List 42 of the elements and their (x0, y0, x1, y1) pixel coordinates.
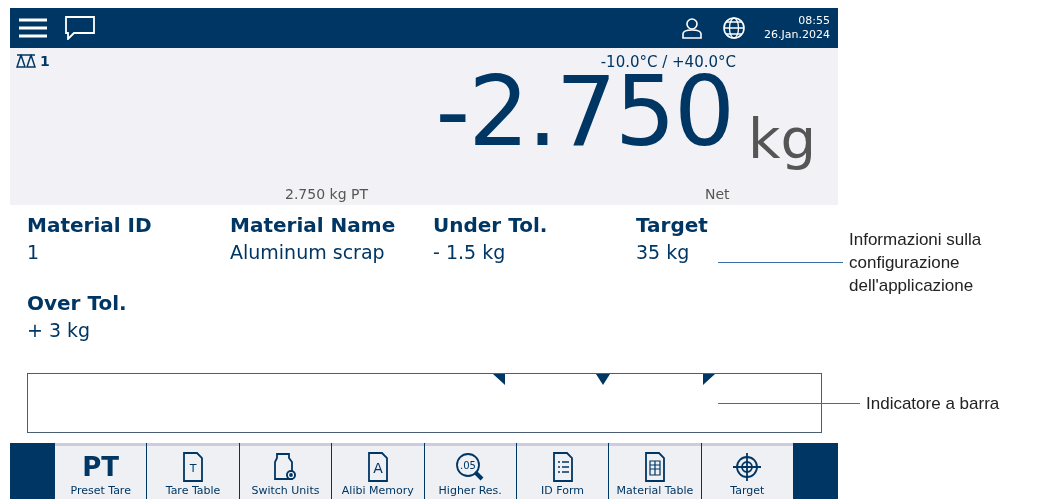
softkey-button[interactable]: PT Preset Tare (55, 443, 147, 499)
softkey-button[interactable]: Material Table (609, 443, 701, 499)
temperature-range: -10.0°C / +40.0°C (600, 53, 736, 71)
field-value: Aluminum scrap (230, 241, 385, 263)
field-value: 35 kg (636, 241, 690, 263)
softkey-button[interactable]: .05 Higher Res. (424, 443, 516, 499)
globe-icon[interactable] (722, 16, 747, 40)
weight-unit: kg (748, 106, 816, 171)
tare-value: 2.750 kg PT (285, 186, 368, 202)
date-text: 26.Jan.2024 (764, 28, 830, 42)
softkey-button[interactable]: A Alibi Memory (332, 443, 424, 499)
field-label: Target (636, 213, 709, 237)
field-value: 1 (27, 241, 40, 263)
field-value: - 1.5 kg (433, 241, 506, 263)
weight-display: -2.750 (435, 74, 733, 151)
scale-icon (16, 54, 36, 68)
scale-number: 1 (40, 53, 50, 69)
crosshair-icon (732, 452, 763, 482)
softkey-button[interactable]: T Tare Table (147, 443, 239, 499)
chat-icon[interactable] (65, 16, 95, 40)
alibi-memory-icon: A (366, 452, 389, 482)
lower-tolerance-marker-icon (493, 374, 505, 385)
target-marker-icon (596, 374, 610, 385)
field-label: Material Name (230, 213, 397, 237)
field-label: Under Tol. (433, 213, 549, 237)
weight-switch-icon (272, 452, 299, 482)
document-list-icon (551, 452, 574, 482)
softkey-button[interactable]: ID Form (516, 443, 609, 499)
time-text: 08:55 (798, 14, 830, 28)
callout-text: Indicatore a barra (866, 393, 1000, 415)
menu-icon[interactable] (19, 18, 47, 38)
field-label: Over Tol. (27, 291, 128, 315)
tare-table-icon: T (182, 452, 205, 482)
net-label: Net (705, 186, 730, 202)
softkey-button[interactable]: Target (701, 443, 793, 499)
field-value: + 3 kg (27, 319, 91, 341)
user-icon[interactable] (680, 16, 705, 40)
upper-tolerance-marker-icon (703, 374, 715, 385)
table-document-icon (643, 452, 666, 482)
field-label: Material ID (27, 213, 153, 237)
callout-text: Informazioni sulla configurazione dell'applicazione (849, 229, 983, 297)
softkey-button[interactable]: Switch Units (239, 443, 332, 499)
